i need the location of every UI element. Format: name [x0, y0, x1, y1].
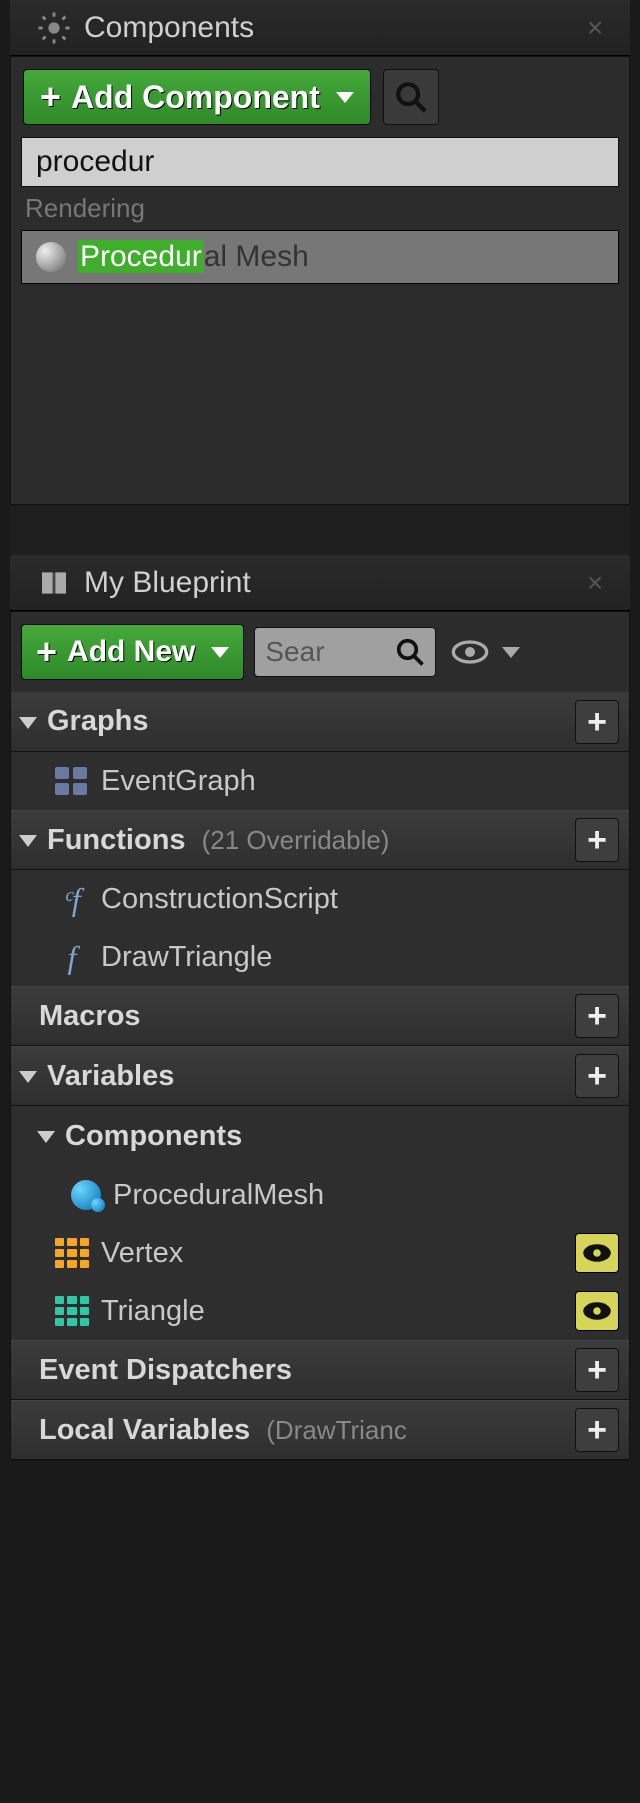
category-graphs[interactable]: Graphs + [11, 692, 629, 752]
item-vertex[interactable]: Vertex [11, 1224, 629, 1282]
expand-icon [19, 835, 37, 847]
graph-icon [55, 767, 89, 795]
category-label: Macros [39, 1000, 575, 1033]
chevron-down-icon [211, 647, 229, 658]
my-blueprint-tab[interactable]: My Blueprint × [10, 555, 630, 611]
item-label: Vertex [101, 1237, 563, 1270]
eye-icon [450, 632, 490, 672]
visibility-toggle[interactable] [575, 1233, 619, 1273]
visibility-filter-toggle[interactable] [446, 632, 524, 672]
item-label: ConstructionScript [101, 883, 619, 916]
add-component-label: Add Component [71, 79, 320, 116]
array-icon [55, 1296, 89, 1326]
item-label: EventGraph [101, 765, 619, 798]
category-variables[interactable]: Variables + [11, 1046, 629, 1106]
category-suffix: (DrawTrianc [266, 1415, 407, 1445]
add-graph-button[interactable]: + [575, 700, 619, 744]
array-icon [55, 1238, 89, 1268]
plus-icon: + [36, 634, 57, 670]
category-label: Variables [47, 1060, 575, 1093]
item-label: Triangle [101, 1295, 563, 1328]
category-label: Functions (21 Overridable) [47, 824, 575, 857]
blueprint-search-input[interactable]: Sear [254, 627, 436, 677]
item-proceduralmesh[interactable]: ProceduralMesh [11, 1166, 629, 1224]
eye-icon [582, 1242, 612, 1264]
item-constructionscript[interactable]: ᶜf ConstructionScript [11, 870, 629, 928]
add-macro-button[interactable]: + [575, 994, 619, 1038]
item-drawtriangle[interactable]: f DrawTriangle [11, 928, 629, 986]
components-tab-title: Components [84, 11, 568, 45]
panel-empty-space [11, 294, 629, 504]
add-local-variable-button[interactable]: + [575, 1408, 619, 1452]
function-icon: f [55, 939, 89, 976]
add-variable-button[interactable]: + [575, 1054, 619, 1098]
search-category-label: Rendering [11, 187, 629, 230]
mesh-component-icon [71, 1180, 101, 1210]
expand-icon [19, 1071, 37, 1083]
item-label: DrawTriangle [101, 941, 619, 974]
category-functions[interactable]: Functions (21 Overridable) + [11, 810, 629, 870]
search-placeholder: Sear [265, 636, 387, 668]
category-label: Graphs [47, 705, 575, 738]
eye-icon [582, 1300, 612, 1322]
add-new-button[interactable]: + Add New [21, 624, 244, 680]
book-icon [36, 565, 72, 601]
search-input-value: procedur [36, 145, 154, 179]
item-triangle[interactable]: Triangle [11, 1282, 629, 1340]
category-local-variables[interactable]: Local Variables (DrawTrianc + [11, 1400, 629, 1460]
category-label: Local Variables (DrawTrianc [39, 1414, 575, 1447]
close-icon[interactable]: × [580, 568, 610, 598]
search-result-label: Procedural Mesh [78, 240, 309, 274]
category-suffix: (21 Overridable) [202, 825, 390, 855]
my-blueprint-tab-title: My Blueprint [84, 566, 568, 600]
chevron-down-icon [502, 647, 520, 658]
subcategory-components[interactable]: Components [11, 1106, 629, 1166]
components-tab[interactable]: Components × [10, 0, 630, 56]
add-component-button[interactable]: + Add Component [23, 69, 371, 125]
visibility-toggle[interactable] [575, 1291, 619, 1331]
add-dispatcher-button[interactable]: + [575, 1348, 619, 1392]
add-function-button[interactable]: + [575, 818, 619, 862]
expand-icon [37, 1131, 55, 1143]
search-icon [394, 80, 428, 114]
category-label: Components [65, 1120, 619, 1153]
gear-icon [36, 10, 72, 46]
plus-icon: + [40, 79, 61, 115]
close-icon[interactable]: × [580, 13, 610, 43]
component-search-input[interactable]: procedur [21, 137, 619, 187]
function-icon: ᶜf [55, 881, 89, 918]
category-macros[interactable]: Macros + [11, 986, 629, 1046]
item-label: ProceduralMesh [113, 1179, 619, 1212]
expand-icon [19, 717, 37, 729]
search-button[interactable] [383, 69, 439, 125]
item-eventgraph[interactable]: EventGraph [11, 752, 629, 810]
search-result-procedural-mesh[interactable]: Procedural Mesh [21, 230, 619, 284]
my-blueprint-panel: My Blueprint × + Add New Sear [10, 555, 630, 1461]
category-event-dispatchers[interactable]: Event Dispatchers + [11, 1340, 629, 1400]
components-panel: Components × + Add Component procedur Re… [10, 0, 630, 505]
mesh-icon [36, 242, 66, 272]
chevron-down-icon [336, 92, 354, 103]
category-label: Event Dispatchers [39, 1354, 575, 1387]
add-new-label: Add New [67, 635, 195, 669]
search-icon [395, 637, 425, 667]
